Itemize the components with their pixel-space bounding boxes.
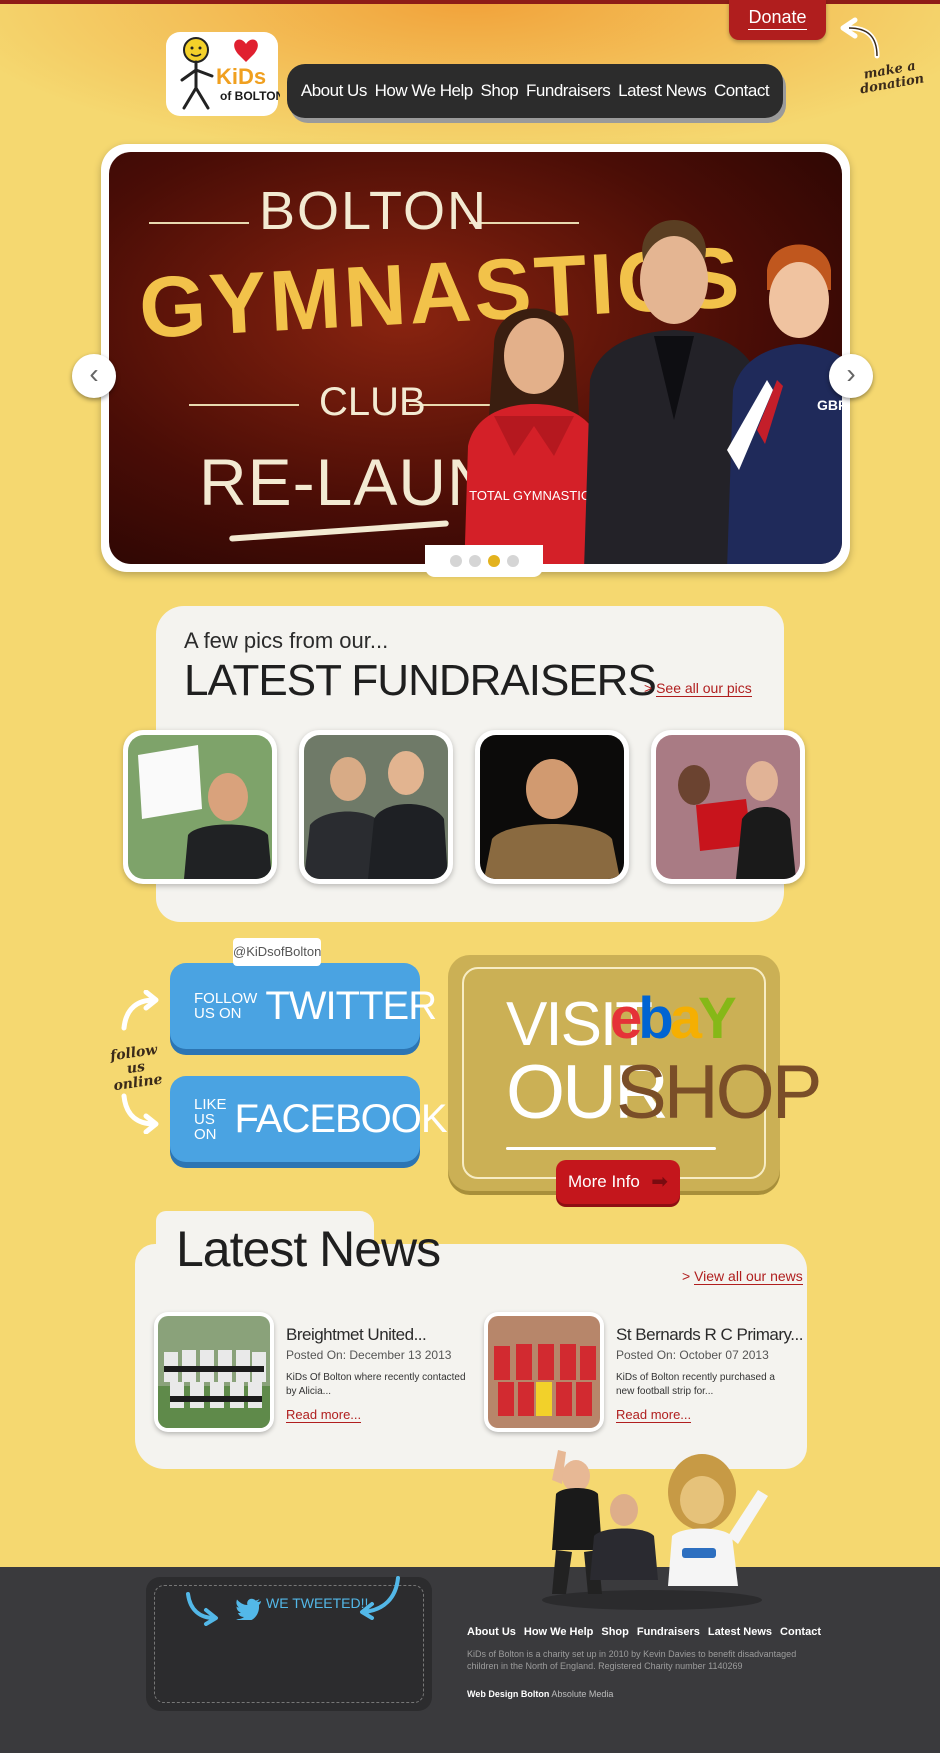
chevron-left-icon: ‹ (89, 358, 99, 389)
slide-rule (189, 404, 299, 406)
slider-dot[interactable] (468, 555, 481, 567)
slide-line-bolton: BOLTON (259, 181, 489, 241)
more-info-label: More Info (568, 1172, 640, 1191)
fundraiser-photo[interactable] (475, 730, 629, 884)
hoodie-text: TOTAL GYMNASTICS (469, 488, 599, 503)
footer-nav-about-us[interactable]: About Us (467, 1626, 516, 1638)
facebook-like-button[interactable]: LIKE US ON FACEBOOK (170, 1076, 448, 1162)
facebook-big-label: FACEBOOK (234, 1096, 448, 1141)
hero-slider: BOLTON GYMNASTICS CLUB RE-LAUNCH!! TOTAL… (101, 144, 850, 572)
slide-swoosh (229, 520, 449, 542)
slider-next-button[interactable]: › (829, 354, 873, 398)
twitter-bird-icon (236, 1598, 261, 1620)
footer-nav-latest-news[interactable]: Latest News (708, 1626, 772, 1638)
gbr-gymnast-photo: GBR (727, 244, 842, 564)
fundraisers-title: LATEST FUNDRAISERS (184, 656, 657, 705)
view-all-news-link[interactable]: > View all our news (682, 1268, 803, 1285)
slider-dot[interactable] (506, 555, 519, 567)
curved-arrow-icon (121, 1093, 159, 1134)
news-headline[interactable]: Breightmet United... (286, 1325, 427, 1345)
twitter-handle: @KiDsofBolton (233, 938, 321, 966)
slider-prev-button[interactable]: ‹ (72, 354, 116, 398)
main-nav: About Us How We Help Shop Fundraisers La… (287, 64, 783, 118)
svg-text:KiDs: KiDs (216, 64, 266, 89)
facebook-small-label: LIKE US ON (194, 1095, 227, 1143)
footer-nav-shop[interactable]: Shop (601, 1626, 629, 1638)
slider-pagination (425, 545, 543, 577)
read-more-link[interactable]: Read more... (616, 1407, 692, 1423)
ebay-logo: ebaY (610, 986, 737, 1051)
fundraiser-photo-image (128, 735, 272, 879)
footer-credit-company[interactable]: Absolute Media (551, 1689, 613, 1699)
slide-rule (149, 222, 249, 224)
news-date: Posted On: October 07 2013 (616, 1348, 769, 1362)
nav-fundraisers[interactable]: Fundraisers (526, 81, 611, 101)
nav-about-us[interactable]: About Us (301, 81, 367, 101)
read-more-link[interactable]: Read more... (286, 1407, 362, 1423)
see-all-pics-label: See all our pics (656, 680, 752, 697)
donate-button[interactable]: Donate (729, 0, 826, 40)
fundraiser-photo[interactable] (299, 730, 453, 884)
kids-of-bolton-logo[interactable]: KiDs of BOLTON (164, 28, 280, 120)
fundraiser-photo[interactable] (651, 730, 805, 884)
news-photo-image (488, 1316, 600, 1428)
twitter-big-label: TWITTER (265, 983, 437, 1028)
nav-contact[interactable]: Contact (714, 81, 770, 101)
news-photo[interactable] (484, 1312, 604, 1432)
news-headline[interactable]: St Bernards R C Primary... (616, 1325, 803, 1345)
mascot-group-image (542, 1450, 768, 1610)
ebay-shop-panel[interactable]: VISIT ebaY OUR SHOP (448, 955, 822, 1191)
fundraisers-kicker: A few pics from our... (184, 628, 389, 653)
slider-dot-active[interactable] (487, 555, 500, 567)
more-info-button[interactable]: More Info ➡ (556, 1160, 680, 1204)
footer-nav-contact[interactable]: Contact (780, 1626, 821, 1638)
svg-text:of BOLTON: of BOLTON (220, 89, 280, 103)
footer-credit-link[interactable]: Web Design Bolton (467, 1689, 549, 1699)
nav-latest-news[interactable]: Latest News (618, 81, 707, 101)
fundraiser-photo[interactable] (123, 730, 277, 884)
shop-rule (506, 1147, 716, 1150)
news-excerpt: KiDs of Bolton recently purchased a new … (616, 1372, 775, 1397)
arrow-right-icon: ➡ (651, 1171, 668, 1193)
news-photo[interactable] (154, 1312, 274, 1432)
hero-slide[interactable]: BOLTON GYMNASTICS CLUB RE-LAUNCH!! TOTAL… (109, 152, 842, 564)
news-date: Posted On: December 13 2013 (286, 1348, 452, 1362)
footer-about-text: KiDs of Bolton is a charity set up in 20… (467, 1649, 797, 1671)
fundraiser-photo-image (304, 735, 448, 879)
fundraiser-photo-image (656, 735, 800, 879)
nav-how-we-help[interactable]: How We Help (375, 81, 474, 101)
chevron-right-icon: › (846, 358, 856, 389)
twitter-follow-button[interactable]: FOLLOW US ON TWITTER (170, 963, 437, 1049)
fundraiser-photo-image (480, 735, 624, 879)
follow-us-note: follow us online (109, 1041, 164, 1095)
footer-nav-how-we-help[interactable]: How We Help (524, 1626, 593, 1638)
news-excerpt: KiDs Of Bolton where recently contacted … (286, 1372, 466, 1397)
read-more-label: Read more... (286, 1407, 362, 1423)
shop-shop-label: SHOP (616, 1050, 822, 1135)
footer-nav-fundraisers[interactable]: Fundraisers (637, 1626, 700, 1638)
news-photo-image (158, 1316, 270, 1428)
nav-shop[interactable]: Shop (481, 81, 519, 101)
donate-button-label: Donate (748, 7, 807, 30)
we-tweeted-label: WE TWEETED!! (266, 1595, 369, 1611)
news-title: Latest News (176, 1221, 441, 1277)
curved-arrow-icon (121, 990, 159, 1031)
footer-credit: Web Design Bolton Absolute Media (467, 1689, 613, 1699)
read-more-label: Read more... (616, 1407, 692, 1423)
slide-line-club: CLUB (319, 380, 426, 424)
twitter-small-label: FOLLOW US ON (194, 990, 258, 1022)
slider-dot[interactable] (449, 555, 462, 567)
curved-arrow-icon (840, 17, 880, 59)
jacket-text: GBR (817, 397, 842, 413)
see-all-pics-link[interactable]: > See all our pics (644, 680, 752, 697)
view-all-news-label: View all our news (694, 1268, 803, 1285)
footer-nav: About Us How We Help Shop Fundraisers La… (467, 1626, 821, 1638)
curved-arrow-icon (186, 1592, 218, 1626)
